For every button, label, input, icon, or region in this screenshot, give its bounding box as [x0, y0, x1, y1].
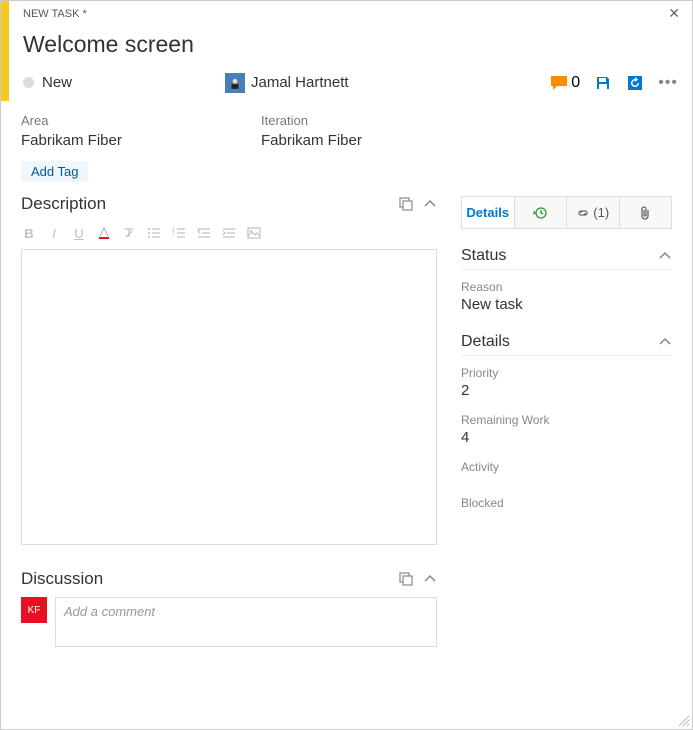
add-tag-button[interactable]: Add Tag [21, 161, 88, 182]
area-value[interactable]: Fabrikam Fiber [21, 132, 261, 149]
outdent-button[interactable] [196, 226, 212, 243]
maximize-icon[interactable] [399, 197, 413, 211]
tab-details[interactable]: Details [462, 197, 515, 228]
tab-history[interactable] [515, 197, 568, 228]
maximize-icon[interactable] [399, 572, 413, 586]
svg-text:2: 2 [172, 231, 175, 237]
state-indicator-dot [23, 77, 34, 88]
refresh-button[interactable] [626, 74, 644, 92]
clear-format-button[interactable] [121, 226, 137, 243]
state-label[interactable]: New [42, 74, 72, 91]
link-icon [576, 206, 590, 220]
activity-label: Activity [461, 460, 672, 474]
comment-icon [551, 76, 567, 90]
comment-input[interactable]: Add a comment [55, 597, 437, 647]
remaining-work-value[interactable]: 4 [461, 429, 672, 446]
work-item-title[interactable]: Welcome screen [23, 31, 678, 58]
reason-label: Reason [461, 280, 672, 294]
indent-button[interactable] [221, 226, 237, 243]
iteration-label: Iteration [261, 113, 501, 128]
save-icon [595, 75, 611, 91]
chevron-up-icon[interactable] [658, 335, 672, 349]
image-button[interactable] [246, 226, 262, 243]
priority-label: Priority [461, 366, 672, 380]
assignee-name[interactable]: Jamal Hartnett [251, 74, 349, 91]
bullet-list-button[interactable] [146, 226, 162, 243]
underline-button[interactable]: U [71, 226, 87, 243]
tab-links[interactable]: (1) [567, 197, 620, 228]
links-count: (1) [593, 205, 609, 220]
resize-grip-icon[interactable] [678, 715, 690, 727]
number-list-button[interactable]: 12 [171, 226, 187, 243]
italic-button[interactable]: I [46, 226, 62, 243]
work-item-type-label: NEW TASK * [23, 8, 87, 20]
details-section-title: Details [461, 333, 510, 351]
comment-count[interactable]: 0 [551, 74, 580, 92]
comment-count-value: 0 [571, 74, 580, 92]
discussion-heading: Discussion [21, 569, 103, 589]
close-button[interactable]: ✕ [668, 5, 680, 22]
remaining-work-label: Remaining Work [461, 413, 672, 427]
description-editor[interactable] [21, 249, 437, 545]
assignee-avatar [225, 73, 245, 93]
iteration-value[interactable]: Fabrikam Fiber [261, 132, 501, 149]
area-label: Area [21, 113, 261, 128]
bold-button[interactable]: B [21, 226, 37, 243]
status-section-title: Status [461, 247, 506, 265]
reason-value[interactable]: New task [461, 296, 672, 313]
priority-value[interactable]: 2 [461, 382, 672, 399]
chevron-up-icon[interactable] [423, 197, 437, 211]
rich-text-toolbar: B I U 12 [21, 222, 437, 247]
chevron-up-icon[interactable] [658, 249, 672, 263]
more-actions-button[interactable]: ••• [658, 74, 678, 92]
refresh-icon [627, 75, 643, 91]
save-button[interactable] [594, 74, 612, 92]
chevron-up-icon[interactable] [423, 572, 437, 586]
history-icon [533, 206, 547, 220]
current-user-avatar: KF [21, 597, 47, 623]
description-heading: Description [21, 194, 106, 214]
font-color-button[interactable] [96, 226, 112, 243]
attachment-icon [638, 206, 652, 220]
tab-attachments[interactable] [620, 197, 672, 228]
blocked-label: Blocked [461, 496, 672, 510]
